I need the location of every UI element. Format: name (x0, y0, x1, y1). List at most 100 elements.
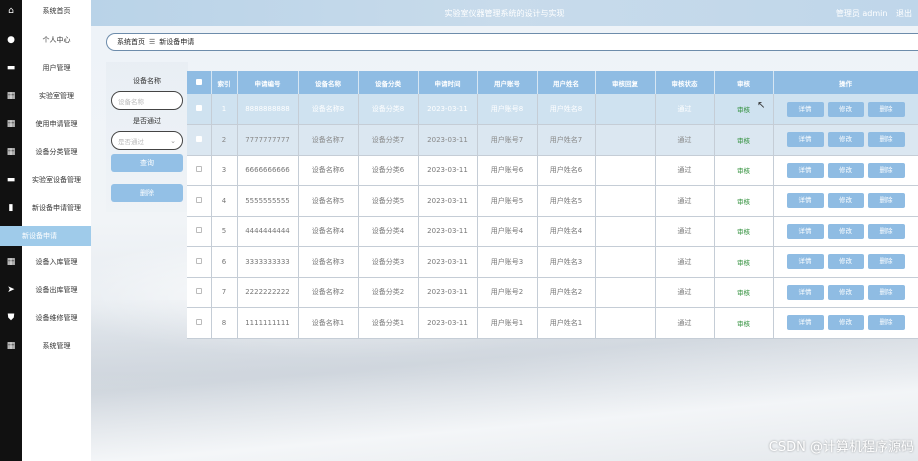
delete-row-button[interactable]: 删除 (867, 132, 905, 148)
audit-link[interactable]: 审核 (737, 320, 750, 328)
sidebar-item-2[interactable]: 用户管理 (22, 58, 91, 78)
delete-row-button[interactable]: 删除 (867, 193, 905, 209)
audit-link[interactable]: 审核 (737, 289, 750, 297)
edit-button[interactable]: 修改 (827, 162, 864, 178)
row-checkbox[interactable] (187, 185, 212, 217)
user-card-icon: ▬ (6, 175, 16, 185)
delete-row-button[interactable]: 删除 (867, 254, 905, 270)
sidebar-item-4[interactable]: 使用申请管理 (22, 114, 91, 134)
table-row[interactable]: 6 3333333333 设备名称3 设备分类3 2023-03-11 用户账号3 用户姓名… (187, 246, 918, 278)
detail-button[interactable]: 详情 (786, 223, 824, 239)
delete-row-button[interactable]: 删除 (867, 284, 905, 300)
cell-reply (595, 94, 656, 125)
cell-reply (595, 216, 656, 247)
user-card-icon: ▬ (6, 63, 16, 73)
cell-name: 设备名称3 (298, 246, 359, 278)
sidebar-item-12[interactable]: 系统管理 (22, 336, 91, 356)
sidebar-item-8[interactable]: 新设备申请 (0, 226, 91, 246)
table-row[interactable]: 4 5555555555 设备名称5 设备分类5 2023-03-11 用户账号5 用户姓名… (187, 185, 918, 217)
row-checkbox[interactable] (187, 124, 212, 156)
column-header: 申请编号 (237, 71, 299, 94)
sidebar-item-5[interactable]: 设备分类管理 (22, 142, 91, 162)
audit-link[interactable]: 审核 (737, 259, 750, 267)
edit-button[interactable]: 修改 (827, 254, 864, 270)
table-row[interactable]: 7 2222222222 设备名称2 设备分类2 2023-03-11 用户账号2 用户姓名… (187, 277, 918, 308)
column-header: 申请时间 (418, 71, 478, 94)
detail-button[interactable]: 详情 (786, 254, 824, 270)
cell-name: 设备名称1 (298, 307, 359, 339)
username: 管理员 admin (835, 9, 888, 18)
table-row[interactable]: 2 7777777777 设备名称7 设备分类7 2023-03-11 用户账号7 用户姓名… (187, 124, 918, 156)
select-all-checkbox[interactable] (187, 71, 212, 94)
device-name-input[interactable]: 设备名称 (111, 91, 183, 110)
device-name-placeholder: 设备名称 (118, 97, 144, 106)
table-row[interactable]: 3 6666666666 设备名称6 设备分类6 2023-03-11 用户账号6 用户姓名… (187, 155, 918, 186)
cell-acct: 用户账号3 (477, 246, 538, 278)
edit-button[interactable]: 修改 (827, 193, 864, 209)
sidebar-item-6[interactable]: 实验室设备管理 (22, 170, 91, 190)
cell-time: 2023-03-11 (418, 246, 478, 278)
audit-link[interactable]: 审核 (737, 198, 750, 206)
edit-button[interactable]: 修改 (827, 132, 864, 148)
audit-cell: 审核 (714, 307, 774, 339)
row-checkbox[interactable] (187, 277, 212, 308)
cell-no: 8888888888 (237, 94, 299, 125)
detail-button[interactable]: 详情 (786, 315, 824, 331)
edit-button[interactable]: 修改 (827, 101, 864, 117)
delete-row-button[interactable]: 删除 (867, 101, 905, 117)
audit-link[interactable]: 审核 (737, 137, 750, 145)
sidebar-item-1[interactable]: 个人中心 (22, 30, 91, 50)
cell-cat: 设备分类5 (358, 185, 419, 217)
row-checkbox[interactable] (187, 94, 212, 125)
actions-cell: 详情 修改 删除 (773, 124, 918, 156)
cell-no: 4444444444 (237, 216, 299, 247)
row-checkbox[interactable] (187, 246, 212, 278)
table-row[interactable]: 5 4444444444 设备名称4 设备分类4 2023-03-11 用户账号4 用户姓名… (187, 216, 918, 247)
audit-link[interactable]: 审核 (737, 167, 750, 175)
detail-button[interactable]: 详情 (786, 101, 824, 117)
cell-idx: 5 (211, 216, 238, 247)
column-header: 用户姓名 (537, 71, 596, 94)
edit-button[interactable]: 修改 (827, 315, 864, 331)
pass-select[interactable]: 是否通过 ⌄ (111, 131, 183, 150)
sidebar-item-11[interactable]: 设备维修管理 (22, 308, 91, 328)
table-row[interactable]: 8 1111111111 设备名称1 设备分类1 2023-03-11 用户账号1 用户姓名… (187, 307, 918, 339)
cell-idx: 4 (211, 185, 238, 217)
sidebar-item-9[interactable]: 设备入库管理 (22, 252, 91, 272)
delete-row-button[interactable]: 删除 (867, 223, 905, 239)
breadcrumb-separator-icon: ☰ (149, 38, 156, 46)
detail-button[interactable]: 详情 (786, 284, 824, 300)
detail-button[interactable]: 详情 (786, 162, 824, 178)
delete-row-button[interactable]: 删除 (867, 315, 905, 331)
sidebar-item-0[interactable]: 系统首页 (22, 1, 91, 21)
cell-status: 通过 (655, 277, 715, 308)
audit-cell: 审核 (714, 124, 774, 156)
delete-button[interactable]: 删除 (111, 184, 183, 202)
audit-link[interactable]: 审核 (737, 106, 750, 114)
sidebar-item-10[interactable]: 设备出库管理 (22, 280, 91, 300)
sidebar-item-7[interactable]: 新设备申请管理 (22, 198, 91, 218)
cell-acct: 用户账号5 (477, 185, 538, 217)
delete-row-button[interactable]: 删除 (867, 162, 905, 178)
cell-name: 设备名称7 (298, 124, 359, 156)
sidebar-item-3[interactable]: 实验室管理 (22, 86, 91, 106)
edit-button[interactable]: 修改 (827, 223, 864, 239)
row-checkbox[interactable] (187, 216, 212, 247)
cell-time: 2023-03-11 (418, 216, 478, 247)
audit-link[interactable]: 审核 (737, 228, 750, 236)
person-icon: ● (7, 35, 15, 45)
row-checkbox[interactable] (187, 155, 212, 186)
cell-idx: 1 (211, 94, 238, 125)
detail-button[interactable]: 详情 (786, 132, 824, 148)
data-table: 索引 申请编号 设备名称 设备分类 申请时间 用户账号 用户姓名 审核回复 审核状态 审核 操作 1… (187, 71, 918, 339)
cell-no: 1111111111 (237, 307, 299, 339)
breadcrumb-home[interactable]: 系统首页 (117, 37, 145, 47)
query-button[interactable]: 查询 (111, 154, 183, 172)
grid-icon: ▦ (6, 119, 16, 129)
detail-button[interactable]: 详情 (786, 193, 824, 209)
logout-link[interactable]: 退出 (896, 9, 912, 18)
row-checkbox[interactable] (187, 307, 212, 339)
cell-idx: 2 (211, 124, 238, 156)
table-row[interactable]: 1 8888888888 设备名称8 设备分类8 2023-03-11 用户账号8 用户姓名… (187, 94, 918, 125)
edit-button[interactable]: 修改 (827, 284, 864, 300)
